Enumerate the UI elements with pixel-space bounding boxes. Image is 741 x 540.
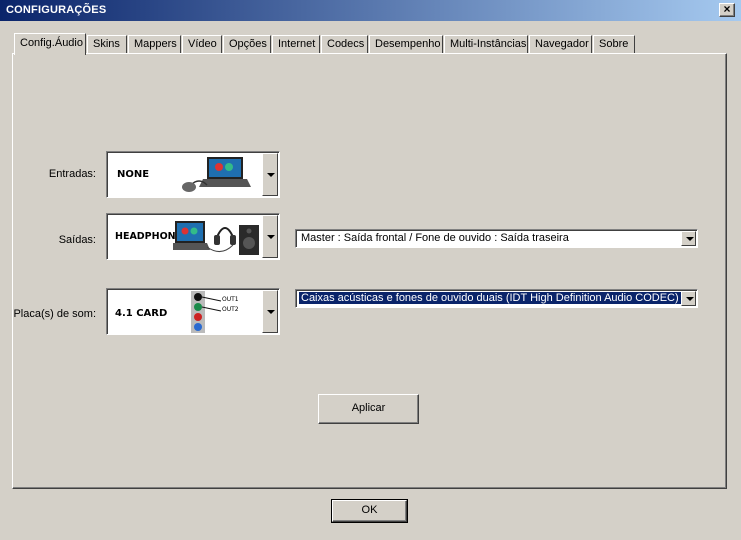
window-title: CONFIGURAÇÕES bbox=[6, 4, 107, 16]
tab-desempenho[interactable]: Desempenho bbox=[369, 35, 443, 54]
inputs-dropdown-button[interactable] bbox=[262, 153, 278, 196]
laptop-mouse-icon bbox=[182, 157, 251, 192]
soundcard-value: 4.1 CARD bbox=[115, 308, 168, 319]
inputs-picker[interactable]: NONE bbox=[106, 151, 280, 198]
tab-opcoes[interactable]: Opções bbox=[223, 35, 271, 54]
tab-config-audio[interactable]: Config.Áudio bbox=[14, 33, 86, 55]
title-bar: CONFIGURAÇÕES × bbox=[0, 0, 741, 22]
tab-multi-instancias[interactable]: Multi-Instâncias bbox=[444, 35, 528, 54]
soundcard-device-value: Caixas acústicas e fones de ouvido duais… bbox=[298, 291, 682, 305]
outputs-picker[interactable]: HEADPHONES bbox=[106, 213, 280, 260]
close-icon: × bbox=[723, 2, 731, 16]
tab-video[interactable]: Vídeo bbox=[182, 35, 222, 54]
soundcard-device-dropdown-button[interactable] bbox=[681, 291, 696, 306]
soundcard-dropdown-button[interactable] bbox=[262, 290, 278, 333]
tab-navegador[interactable]: Navegador bbox=[529, 35, 592, 54]
out1-label: OUT1 bbox=[222, 296, 239, 303]
soundcard-label: Placa(s) de som: bbox=[13, 308, 96, 320]
outputs-label: Saídas: bbox=[58, 234, 96, 246]
tab-mappers[interactable]: Mappers bbox=[128, 35, 181, 54]
apply-button[interactable]: Aplicar bbox=[318, 394, 419, 424]
output-routing-select[interactable]: Master : Saída frontal / Fone de ouvido … bbox=[295, 229, 698, 248]
tab-sobre[interactable]: Sobre bbox=[593, 35, 635, 54]
inputs-label: Entradas: bbox=[48, 168, 96, 180]
soundcard-picker[interactable]: 4.1 CARD OUT1 OUT2 bbox=[106, 288, 280, 335]
soundcard-device-select[interactable]: Caixas acústicas e fones de ouvido duais… bbox=[295, 289, 698, 308]
laptop-headphones-speaker-icon bbox=[173, 221, 259, 255]
output-routing-dropdown-button[interactable] bbox=[681, 231, 696, 246]
output-routing-value: Master : Saída frontal / Fone de ouvido … bbox=[301, 232, 569, 244]
soundcard-jacks-icon bbox=[191, 291, 222, 333]
outputs-dropdown-button[interactable] bbox=[262, 215, 278, 258]
tab-codecs[interactable]: Codecs bbox=[321, 35, 368, 54]
inputs-value: NONE bbox=[117, 169, 150, 180]
out2-label: OUT2 bbox=[222, 306, 239, 313]
ok-button[interactable]: OK bbox=[331, 499, 408, 523]
tab-skins[interactable]: Skins bbox=[87, 35, 127, 54]
close-button[interactable]: × bbox=[719, 3, 735, 17]
tab-internet[interactable]: Internet bbox=[272, 35, 320, 54]
